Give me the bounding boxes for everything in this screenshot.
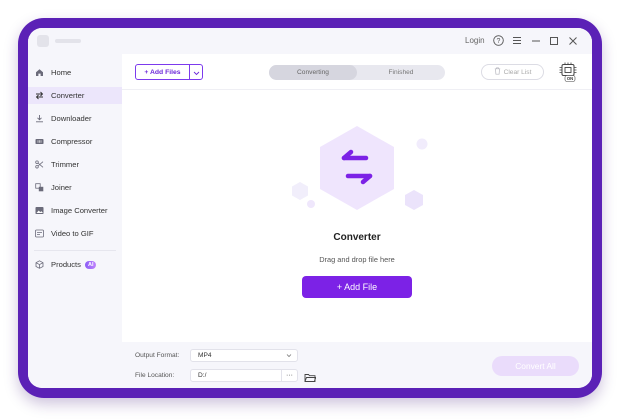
sidebar-item-label: Video to GIF	[51, 229, 94, 238]
drop-zone[interactable]: Converter Drag and drop file here + Add …	[122, 90, 592, 342]
sidebar-item-image-converter[interactable]: Image Converter	[28, 202, 122, 219]
folder-icon[interactable]	[304, 370, 317, 382]
drop-hint: Drag and drop file here	[319, 255, 395, 264]
cube-icon	[35, 260, 44, 269]
sidebar-item-label: Products	[51, 260, 81, 269]
output-format-value: MP4	[198, 352, 212, 359]
sidebar-item-products[interactable]: Products AI	[28, 256, 122, 273]
clear-list-label: Clear List	[503, 68, 532, 76]
sidebar-item-label: Downloader	[51, 114, 92, 123]
close-icon[interactable]	[566, 34, 579, 47]
converter-illustration	[282, 118, 432, 228]
sidebar-item-label: Image Converter	[51, 206, 108, 215]
sidebar-item-label: Trimmer	[51, 160, 79, 169]
trash-icon	[494, 67, 501, 77]
swap-icon	[35, 91, 44, 100]
hamburger-icon[interactable]	[510, 34, 523, 47]
hw-badge: ON	[566, 75, 574, 81]
sidebar-item-label: Joiner	[51, 183, 72, 192]
home-icon	[35, 68, 44, 77]
app-window: Login ? Home Converter Downloader Compre…	[28, 28, 592, 388]
scissors-icon	[35, 160, 44, 169]
convert-all-button[interactable]: Convert All	[492, 356, 579, 376]
svg-text:?: ?	[497, 38, 501, 45]
ai-badge: AI	[84, 260, 97, 269]
footer-bar: Output Format: MP4 File Location: D:/ ··…	[122, 342, 592, 388]
file-location-input[interactable]: D:/	[190, 369, 282, 382]
download-icon	[35, 114, 44, 123]
output-format-label: Output Format:	[135, 352, 180, 359]
sidebar-item-compressor[interactable]: Compressor	[28, 133, 122, 150]
tab-converting[interactable]: Converting	[269, 65, 357, 80]
compress-icon	[35, 137, 44, 146]
minimize-icon[interactable]	[529, 34, 542, 47]
sidebar-item-joiner[interactable]: Joiner	[28, 179, 122, 196]
hardware-acceleration-icon[interactable]: ON	[557, 62, 579, 82]
sidebar-item-downloader[interactable]: Downloader	[28, 110, 122, 127]
maximize-icon[interactable]	[547, 34, 560, 47]
chevron-down-icon	[193, 63, 200, 81]
sidebar-item-converter[interactable]: Converter	[28, 87, 122, 104]
app-logo	[37, 35, 49, 47]
sidebar-item-video-to-gif[interactable]: Video to GIF	[28, 225, 122, 242]
toolbar: + Add Files Converting Finished Clear Li…	[122, 54, 592, 90]
sidebar: Home Converter Downloader Compressor Tri…	[28, 54, 122, 388]
help-circle-icon[interactable]: ?	[492, 34, 505, 47]
file-location-label: File Location:	[135, 372, 175, 379]
joiner-icon	[35, 183, 44, 192]
add-files-dropdown[interactable]	[189, 64, 203, 80]
status-tabs: Converting Finished	[269, 65, 445, 80]
login-link[interactable]: Login	[465, 36, 485, 45]
clear-list-button[interactable]: Clear List	[481, 64, 544, 80]
sidebar-divider	[34, 250, 116, 251]
title-bar: Login ?	[28, 28, 592, 54]
chevron-down-icon	[286, 353, 292, 360]
output-format-select[interactable]: MP4	[190, 349, 298, 362]
sidebar-item-label: Compressor	[51, 137, 93, 146]
sidebar-item-trimmer[interactable]: Trimmer	[28, 156, 122, 173]
add-files-button[interactable]: + Add Files	[135, 64, 190, 80]
gif-icon	[35, 229, 44, 238]
tab-finished[interactable]: Finished	[357, 65, 445, 80]
app-name-placeholder	[55, 39, 81, 43]
add-file-button[interactable]: + Add File	[302, 276, 412, 298]
sidebar-item-label: Home	[51, 68, 72, 77]
sidebar-item-label: Converter	[51, 91, 85, 100]
more-options-button[interactable]: ···	[281, 369, 298, 382]
image-icon	[35, 206, 44, 215]
sidebar-item-home[interactable]: Home	[28, 64, 122, 81]
file-location-value: D:/	[198, 372, 207, 379]
page-title: Converter	[333, 232, 381, 243]
